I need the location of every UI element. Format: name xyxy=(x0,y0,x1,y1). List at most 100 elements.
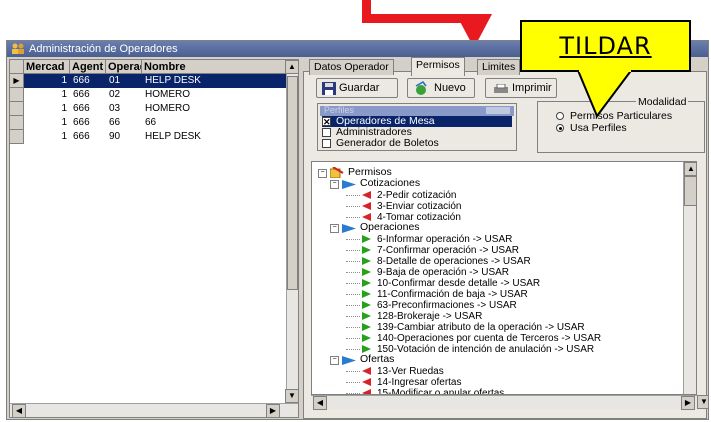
row-header[interactable] xyxy=(10,116,24,130)
allowed-arrow-icon xyxy=(362,301,371,309)
tree-leaf[interactable]: 8-Detalle de operaciones -> USAR xyxy=(346,256,531,267)
modality-radio[interactable] xyxy=(556,112,564,120)
tree-leaf-label: 11-Confirmación de baja -> USAR xyxy=(377,289,528,300)
table-row[interactable]: 1 666 66 66 xyxy=(10,116,286,130)
col-header-nombre[interactable]: Nombre xyxy=(142,60,286,74)
tree-scroll-down-button[interactable]: ▼ xyxy=(697,395,708,409)
row-header[interactable] xyxy=(10,88,24,102)
modality-radio[interactable] xyxy=(556,124,564,132)
profiles-window-controls[interactable] xyxy=(486,107,510,114)
tree-scroll-thumb[interactable] xyxy=(684,176,696,206)
folder-icon xyxy=(342,224,356,236)
print-button[interactable]: Imprimir xyxy=(485,78,557,98)
tree-connector xyxy=(346,316,360,317)
tree-scroll-right-button[interactable]: ▶ xyxy=(681,396,695,410)
tree-leaf[interactable]: 140-Operaciones por cuenta de Terceros -… xyxy=(346,333,601,344)
tree-leaf[interactable]: 150-Votación de intención de anulación -… xyxy=(346,344,594,355)
folder-icon xyxy=(342,356,356,368)
permissions-tree[interactable]: − Permisos − Cotizaciones 2-Pedir cotización… xyxy=(311,161,697,395)
row-header[interactable]: ▶ xyxy=(10,74,24,88)
scroll-down-button[interactable]: ▼ xyxy=(285,389,298,403)
table-row[interactable]: 1 666 03 HOMERO xyxy=(10,102,286,116)
tree-leaf[interactable]: 7-Confirmar operación -> USAR xyxy=(346,245,519,256)
scroll-thumb[interactable] xyxy=(287,76,298,290)
save-button[interactable]: Guardar xyxy=(316,78,398,98)
scroll-right-button[interactable]: ▶ xyxy=(266,404,280,417)
table-cell: 1 xyxy=(61,131,67,142)
profile-item[interactable]: Generador de Boletos xyxy=(322,137,512,149)
modality-option[interactable]: Usa Perfiles xyxy=(556,122,702,134)
tab-limites[interactable]: Limites xyxy=(477,59,521,75)
tree-scroll-up-button[interactable]: ▲ xyxy=(684,162,696,176)
profile-checkbox[interactable] xyxy=(322,128,331,137)
table-cell: 1 xyxy=(61,103,67,114)
allowed-arrow-icon xyxy=(362,334,371,342)
table-cell: 66 xyxy=(145,117,157,128)
save-label: Guardar xyxy=(339,82,380,94)
table-cell: 666 xyxy=(73,131,90,142)
denied-arrow-icon xyxy=(362,191,371,199)
denied-arrow-icon xyxy=(362,213,371,221)
row-header[interactable] xyxy=(10,130,24,144)
table-cell: 666 xyxy=(73,89,90,100)
collapse-icon[interactable]: − xyxy=(330,224,339,233)
collapse-icon[interactable]: − xyxy=(318,169,327,178)
tree-leaf[interactable]: 2-Pedir cotización xyxy=(346,190,456,201)
modality-label: Usa Perfiles xyxy=(570,122,627,134)
profile-checkbox[interactable]: ✕ xyxy=(322,117,331,127)
col-header-operador[interactable]: Operado xyxy=(106,60,142,74)
operators-table[interactable]: Mercad Agent Operado Nombre ▶ 1 666 01 HELP … xyxy=(9,59,299,418)
table-cell: HELP DESK xyxy=(145,75,201,86)
profile-checkbox[interactable] xyxy=(322,139,331,148)
tab-permisos[interactable]: Permisos xyxy=(411,57,465,76)
tree-connector xyxy=(346,250,360,251)
table-cell: HELP DESK xyxy=(145,131,201,142)
tree-leaf[interactable]: 9-Baja de operación -> USAR xyxy=(346,267,509,278)
tree-group-label: Ofertas xyxy=(360,353,395,365)
table-cell: HOMERO xyxy=(145,89,190,100)
table-row[interactable]: 1 666 90 HELP DESK xyxy=(10,130,286,144)
tree-vertical-scrollbar[interactable]: ▲ xyxy=(683,162,696,394)
table-cell: 666 xyxy=(73,75,90,86)
table-cell: 666 xyxy=(73,103,90,114)
tree-leaf[interactable]: 3-Enviar cotización xyxy=(346,201,461,212)
table-cell: 66 xyxy=(109,117,121,128)
tree-leaf[interactable]: 139-Cambiar atributo de la operación -> … xyxy=(346,322,585,333)
tree-leaf[interactable]: 13-Ver Ruedas xyxy=(346,366,444,377)
table-cell: 02 xyxy=(109,89,121,100)
tree-leaf-label: 15-Modificar o anular ofertas xyxy=(377,388,505,395)
tree-leaf[interactable]: 10-Confirmar desde detalle -> USAR xyxy=(346,278,541,289)
tree-leaf[interactable]: 11-Confirmación de baja -> USAR xyxy=(346,289,528,300)
callout-text: TILDAR xyxy=(559,32,652,60)
tree-leaf[interactable]: 128-Brokeraje -> USAR xyxy=(346,311,482,322)
profile-label: Generador de Boletos xyxy=(336,137,439,149)
tree-horizontal-scrollbar[interactable]: ◀ ▶ xyxy=(311,395,697,410)
tree-leaf[interactable]: 14-Ingresar ofertas xyxy=(346,377,462,388)
table-vertical-scrollbar[interactable]: ▲ ▼ xyxy=(285,60,298,403)
tree-leaf[interactable]: 6-Informar operación -> USAR xyxy=(346,234,512,245)
table-row[interactable]: ▶ 1 666 01 HELP DESK xyxy=(10,74,286,88)
table-cell: 1 xyxy=(61,117,67,128)
table-horizontal-scrollbar[interactable]: ◀ ▶ xyxy=(10,403,298,417)
collapse-icon[interactable]: − xyxy=(330,180,339,189)
tree-connector xyxy=(346,327,360,328)
col-header-mercado[interactable]: Mercad xyxy=(24,60,70,74)
scroll-up-button[interactable]: ▲ xyxy=(285,60,298,74)
col-header-agente[interactable]: Agent xyxy=(70,60,106,74)
tree-connector xyxy=(346,349,360,350)
collapse-icon[interactable]: − xyxy=(330,356,339,365)
scroll-left-button[interactable]: ◀ xyxy=(12,404,26,417)
tree-leaf[interactable]: 15-Modificar o anular ofertas xyxy=(346,388,505,395)
new-button[interactable]: Nuevo xyxy=(407,78,475,98)
tab-datos-operador[interactable]: Datos Operador xyxy=(309,59,394,75)
tree-leaf[interactable]: 63-Preconfirmaciones -> USAR xyxy=(346,300,517,311)
tree-leaf-label: 10-Confirmar desde detalle -> USAR xyxy=(377,278,541,289)
tree-scroll-left-button[interactable]: ◀ xyxy=(313,396,327,410)
window-title: Administración de Operadores xyxy=(29,43,178,55)
folder-icon xyxy=(342,180,356,192)
row-header[interactable] xyxy=(10,102,24,116)
people-icon xyxy=(12,43,24,54)
table-row[interactable]: 1 666 02 HOMERO xyxy=(10,88,286,102)
profiles-title: Perfiles xyxy=(324,105,355,115)
tree-group-label: Cotizaciones xyxy=(360,177,421,189)
